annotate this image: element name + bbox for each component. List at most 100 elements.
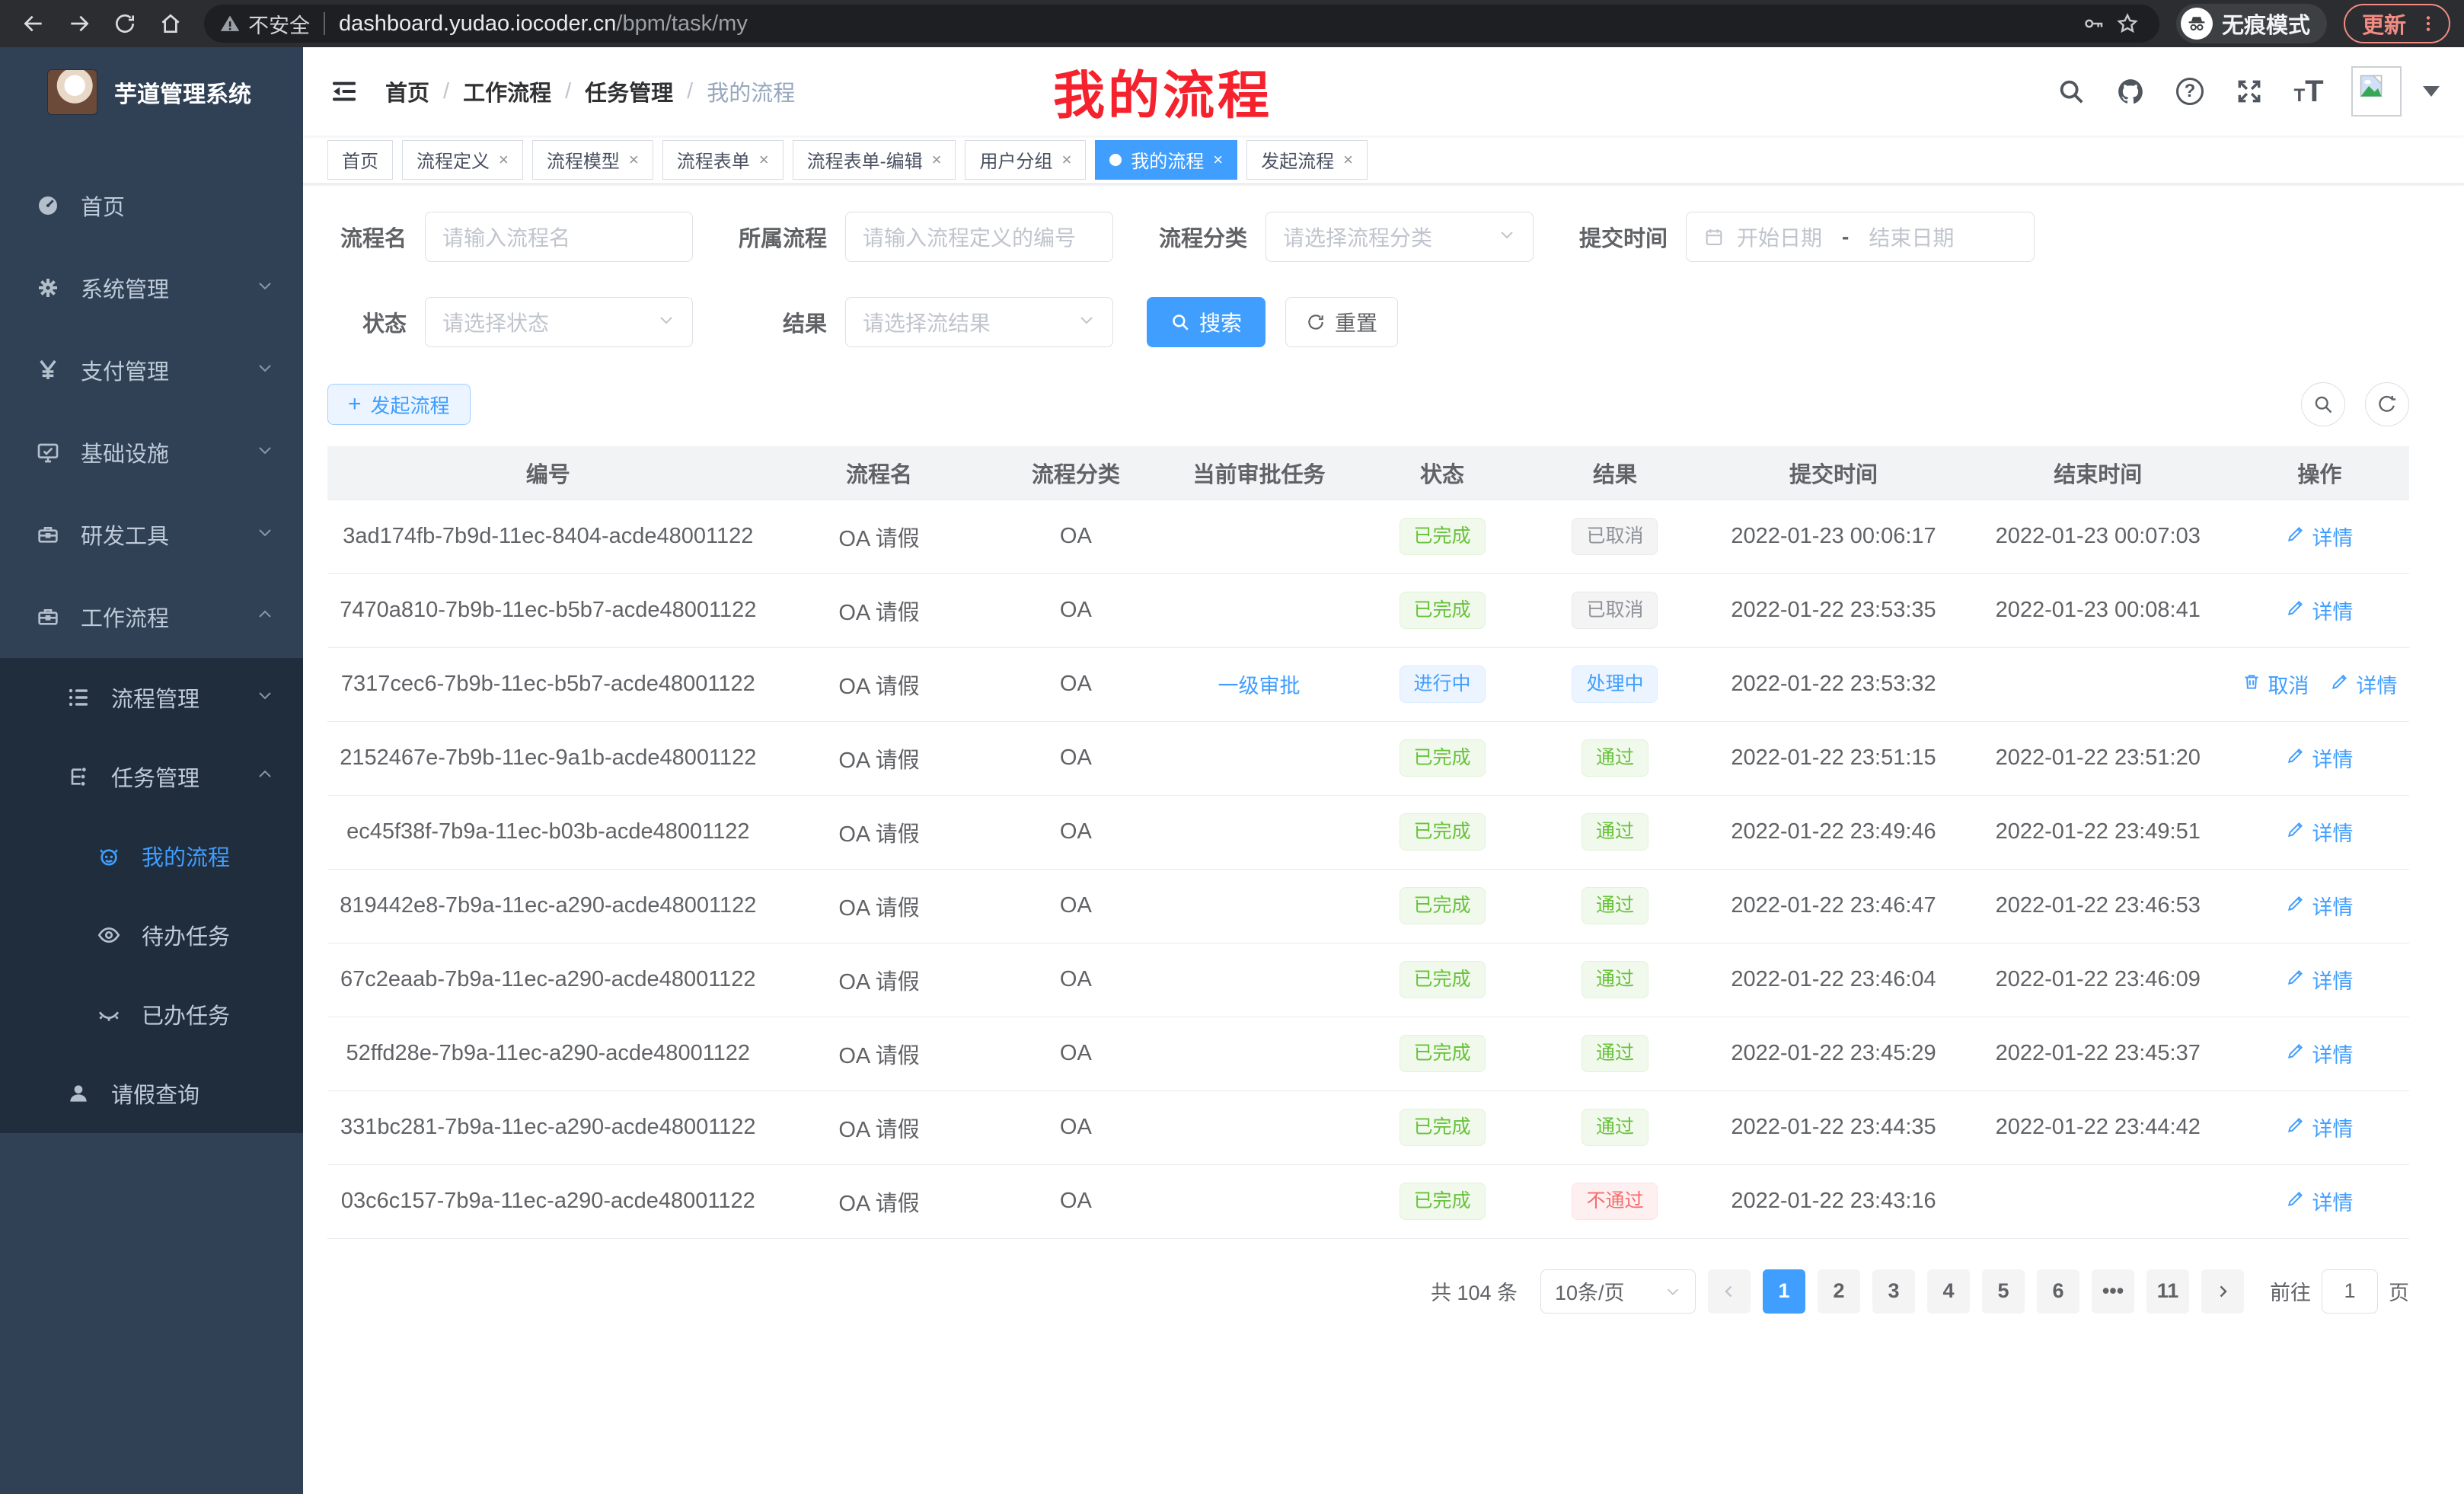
sidebar-item-label: 工作流程 — [81, 601, 169, 633]
cell-category: OA — [989, 721, 1162, 795]
sidebar-item-8-active[interactable]: 我的流程 — [0, 816, 303, 895]
font-size-icon[interactable]: TT — [2292, 75, 2325, 108]
page-button-2[interactable]: 2 — [1818, 1269, 1860, 1314]
logo-image — [47, 69, 97, 115]
tab-1[interactable]: 流程定义× — [402, 140, 523, 180]
calendar-icon — [1703, 226, 1725, 247]
fullscreen-icon[interactable] — [2233, 75, 2266, 108]
detail-action-link[interactable]: 详情 — [2286, 522, 2353, 551]
show-search-button[interactable] — [2301, 382, 2345, 426]
sidebar-item-5[interactable]: 工作流程 — [0, 576, 303, 658]
sidebar-item-6[interactable]: 流程管理 — [0, 658, 303, 737]
tab-close-icon[interactable]: × — [1213, 150, 1223, 170]
sidebar-item-4[interactable]: 研发工具 — [0, 493, 303, 576]
tab-close-icon[interactable]: × — [932, 150, 942, 170]
page-button-1-active[interactable]: 1 — [1763, 1269, 1805, 1314]
process-name-input[interactable]: 请输入流程名 — [425, 212, 693, 262]
result-badge: 通过 — [1581, 1109, 1649, 1146]
category-select[interactable]: 请选择流程分类 — [1266, 212, 1534, 262]
reload-icon[interactable] — [105, 4, 145, 43]
tab-close-icon[interactable]: × — [499, 150, 509, 170]
tab-close-icon[interactable]: × — [1061, 150, 1071, 170]
page-button-6[interactable]: 6 — [2037, 1269, 2079, 1314]
header-search-icon[interactable] — [2054, 75, 2088, 108]
tab-label: 流程模型 — [547, 146, 620, 173]
tab-close-icon[interactable]: × — [759, 150, 769, 170]
total-count: 共 104 条 — [1431, 1276, 1518, 1306]
detail-action-link[interactable]: 详情 — [2286, 595, 2353, 625]
detail-action-link[interactable]: 详情 — [2286, 891, 2353, 921]
action-label: 详情 — [2312, 1113, 2353, 1142]
current-task-link[interactable]: 一级审批 — [1218, 669, 1300, 699]
avatar-caret-icon[interactable] — [2423, 86, 2440, 97]
sidebar-collapse-icon[interactable] — [327, 75, 361, 108]
detail-action-link[interactable]: 详情 — [2286, 965, 2353, 994]
tab-6-active[interactable]: 我的流程× — [1095, 140, 1237, 180]
sidebar-item-9[interactable]: 待办任务 — [0, 895, 303, 975]
page-button-5[interactable]: 5 — [1982, 1269, 2025, 1314]
cell-process-name: OA 请假 — [769, 869, 990, 943]
breadcrumb-home[interactable]: 首页 — [385, 75, 429, 107]
github-icon[interactable] — [2114, 75, 2147, 108]
app-logo[interactable]: 芋道管理系统 — [0, 47, 303, 137]
cell-id: 3ad174fb-7b9d-11ec-8404-acde48001122 — [327, 500, 769, 573]
more-pages-button[interactable]: ••• — [2092, 1269, 2134, 1314]
help-icon[interactable]: ? — [2173, 75, 2207, 108]
refresh-table-button[interactable] — [2365, 382, 2409, 426]
sidebar-submenu: 流程管理任务管理我的流程待办任务已办任务请假查询 — [0, 658, 303, 1133]
create-process-button[interactable]: + 发起流程 — [327, 384, 471, 425]
back-icon[interactable] — [14, 4, 53, 43]
detail-action-link[interactable]: 详情 — [2286, 817, 2353, 847]
detail-action-link[interactable]: 详情 — [2286, 1039, 2353, 1068]
sidebar-item-2[interactable]: 支付管理 — [0, 329, 303, 411]
bookmark-star-icon[interactable] — [2111, 12, 2144, 35]
key-icon[interactable] — [2077, 12, 2111, 35]
tab-5[interactable]: 用户分组× — [965, 140, 1086, 180]
tab-3[interactable]: 流程表单× — [662, 140, 784, 180]
tab-0[interactable]: 首页 — [327, 140, 393, 180]
tab-7[interactable]: 发起流程× — [1246, 140, 1368, 180]
breadcrumb-task-mgmt[interactable]: 任务管理 — [585, 75, 673, 107]
process-def-input[interactable]: 请输入流程定义的编号 — [845, 212, 1113, 262]
not-secure-warning-icon[interactable]: 不安全 — [219, 9, 310, 39]
tab-close-icon[interactable]: × — [629, 150, 639, 170]
cancel-action-link[interactable]: 取消 — [2242, 669, 2309, 699]
forward-icon[interactable] — [59, 4, 99, 43]
detail-action-link[interactable]: 详情 — [2286, 1113, 2353, 1142]
sidebar-item-7[interactable]: 任务管理 — [0, 737, 303, 816]
result-badge: 通过 — [1581, 813, 1649, 851]
address-bar[interactable]: 不安全 dashboard.yudao.iocoder.cn/bpm/task/… — [204, 5, 2159, 43]
home-icon[interactable] — [151, 4, 190, 43]
reset-button[interactable]: 重置 — [1285, 297, 1398, 347]
sidebar-item-3[interactable]: 基础设施 — [0, 411, 303, 493]
goto-page-input[interactable]: 1 — [2322, 1269, 2378, 1314]
submit-time-range-input[interactable]: 开始日期 - 结束日期 — [1686, 212, 2035, 262]
next-page-button[interactable] — [2201, 1269, 2244, 1314]
sidebar-item-0[interactable]: 首页 — [0, 164, 303, 247]
edit-icon — [2286, 524, 2306, 549]
tab-2[interactable]: 流程模型 × — [532, 140, 653, 180]
tab-4[interactable]: 流程表单-编辑× — [793, 140, 956, 180]
detail-action-link[interactable]: 详情 — [2330, 669, 2397, 699]
tab-close-icon[interactable]: × — [1343, 150, 1353, 170]
detail-action-link[interactable]: 详情 — [2286, 743, 2353, 773]
edit-icon — [2286, 598, 2306, 623]
status-select[interactable]: 请选择状态 — [425, 297, 693, 347]
page-size-select[interactable]: 10条/页 — [1540, 1269, 1696, 1314]
chevron-down-icon — [256, 440, 274, 464]
detail-action-link[interactable]: 详情 — [2286, 1186, 2353, 1216]
cell-end-time: 2022-01-22 23:51:20 — [1966, 721, 2230, 795]
sidebar-item-11[interactable]: 请假查询 — [0, 1054, 303, 1133]
status-badge: 已完成 — [1400, 961, 1486, 998]
sidebar-item-10[interactable]: 已办任务 — [0, 975, 303, 1054]
page-button-3[interactable]: 3 — [1872, 1269, 1915, 1314]
breadcrumb-workflow[interactable]: 工作流程 — [463, 75, 551, 107]
page-button-11[interactable]: 11 — [2146, 1269, 2189, 1314]
sidebar-item-1[interactable]: 系统管理 — [0, 247, 303, 329]
avatar[interactable] — [2351, 66, 2402, 117]
result-select[interactable]: 请选择流结果 — [845, 297, 1113, 347]
browser-update-button[interactable]: 更新 — [2344, 4, 2450, 43]
search-button[interactable]: 搜索 — [1147, 297, 1266, 347]
prev-page-button[interactable] — [1708, 1269, 1751, 1314]
page-button-4[interactable]: 4 — [1927, 1269, 1970, 1314]
